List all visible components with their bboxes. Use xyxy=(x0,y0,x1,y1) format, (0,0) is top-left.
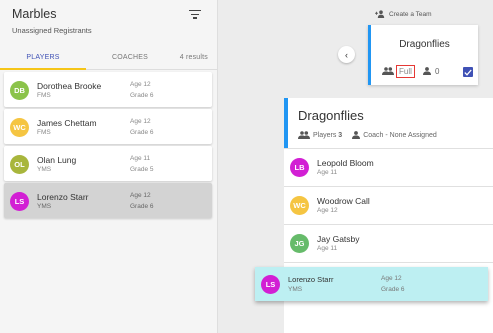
avatar: LS xyxy=(261,275,280,294)
player-school: YMS xyxy=(37,166,52,173)
create-team-label: Create a Team xyxy=(389,10,432,18)
member-age: Age 11 xyxy=(317,245,338,252)
avatar: WC xyxy=(10,118,29,137)
avatar: LB xyxy=(290,158,309,177)
player-name: Lorenzo Starr xyxy=(288,275,334,284)
member-name: Woodrow Call xyxy=(317,196,370,206)
coach-count: 0 xyxy=(435,67,440,76)
avatar: WC xyxy=(290,196,309,215)
player-list: DB Dorothea Brooke FMS Age 12 Grade 6 WC… xyxy=(4,72,212,220)
players-count: 3 xyxy=(338,131,343,139)
create-team-button[interactable]: Create a Team xyxy=(375,10,432,18)
player-school: FMS xyxy=(37,129,51,136)
player-age: Age 12 xyxy=(130,118,151,125)
team-status-badge: Full xyxy=(396,65,415,78)
player-grade: Grade 5 xyxy=(130,166,154,173)
player-age: Age 12 xyxy=(130,192,151,199)
avatar: OL xyxy=(10,155,29,174)
roster-title: Dragonflies xyxy=(298,108,364,123)
roster-item[interactable]: WC Woodrow Call Age 12 xyxy=(284,187,493,225)
results-count: 4 results xyxy=(179,53,208,61)
add-group-icon xyxy=(375,10,385,18)
tab-coaches[interactable]: COACHES xyxy=(86,48,174,70)
player-name: Dorothea Brooke xyxy=(37,81,102,91)
member-name: Leopold Bloom xyxy=(317,158,374,168)
roster-item[interactable]: JG Jay Gatsby Age 11 xyxy=(284,225,493,263)
team-card[interactable]: Dragonflies Full 0 xyxy=(368,25,478,85)
team-accent-bar xyxy=(284,98,288,148)
avatar: LS xyxy=(10,192,29,211)
person-icon xyxy=(352,131,361,139)
player-name: Lorenzo Starr xyxy=(37,192,89,202)
people-icon xyxy=(298,131,310,139)
people-icon xyxy=(382,67,394,75)
player-age: Age 11 xyxy=(130,155,151,162)
coach-label: Coach - None Assigned xyxy=(363,131,437,139)
player-grade: Grade 6 xyxy=(381,286,405,293)
player-school: YMS xyxy=(288,286,303,293)
players-label: Players xyxy=(313,131,337,139)
registrant-tabs: PLAYERS COACHES 4 results xyxy=(0,48,218,70)
roster-item[interactable]: LB Leopold Bloom Age 11 xyxy=(284,149,493,187)
check-icon xyxy=(464,69,472,76)
avatar: DB xyxy=(10,81,29,100)
player-grade: Grade 6 xyxy=(130,203,154,210)
player-school: YMS xyxy=(37,203,52,210)
player-age: Age 12 xyxy=(381,275,402,282)
team-name: Dragonflies xyxy=(399,39,450,50)
player-card[interactable]: DB Dorothea Brooke FMS Age 12 Grade 6 xyxy=(4,72,212,107)
chevron-left-icon: ‹ xyxy=(345,49,348,60)
roster-meta: Players 3 Coach - None Assigned xyxy=(298,131,437,139)
player-age: Age 12 xyxy=(130,81,151,88)
team-checkbox[interactable] xyxy=(463,67,473,77)
player-school: FMS xyxy=(37,92,51,99)
player-name: James Chettam xyxy=(37,118,97,128)
tab-players[interactable]: PLAYERS xyxy=(0,48,86,70)
member-name: Jay Gatsby xyxy=(317,234,360,244)
player-card[interactable]: OL Olan Lung YMS Age 11 Grade 5 xyxy=(4,146,212,181)
player-grade: Grade 6 xyxy=(130,92,154,99)
panel-title: Marbles xyxy=(12,7,57,21)
player-card-selected[interactable]: LS Lorenzo Starr YMS Age 12 Grade 6 xyxy=(4,183,212,218)
avatar: JG xyxy=(290,234,309,253)
person-icon xyxy=(423,67,431,75)
registrants-panel: Marbles Unassigned Registrants PLAYERS C… xyxy=(0,0,218,333)
player-name: Olan Lung xyxy=(37,155,77,165)
dragging-player-card[interactable]: LS Lorenzo Starr YMS Age 12 Grade 6 xyxy=(255,267,488,301)
player-card[interactable]: WC James Chettam FMS Age 12 Grade 6 xyxy=(4,109,212,144)
member-age: Age 11 xyxy=(317,169,338,176)
panel-subtitle: Unassigned Registrants xyxy=(12,26,92,35)
player-grade: Grade 6 xyxy=(130,129,154,136)
filter-icon[interactable] xyxy=(189,10,201,20)
back-button[interactable]: ‹ xyxy=(338,46,355,63)
member-age: Age 12 xyxy=(317,207,338,214)
